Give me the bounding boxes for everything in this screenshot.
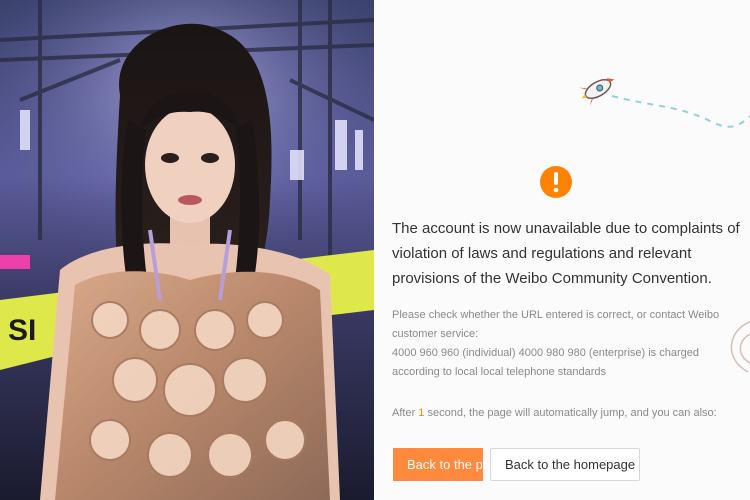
- unavailable-message: The account is now unavailable due to co…: [392, 220, 740, 287]
- profile-photo: SI: [0, 0, 374, 500]
- redirect-countdown: After 1 second, the page will automatica…: [392, 404, 732, 423]
- exclamation-circle-icon: [540, 166, 572, 198]
- redirect-text-after: second, the page will automatically jump…: [424, 407, 717, 419]
- back-to-previous-button[interactable]: Back to the p: [393, 448, 483, 481]
- svg-text:SI: SI: [8, 314, 36, 347]
- help-text: Please check whether the URL entered is …: [392, 306, 732, 382]
- back-to-homepage-button[interactable]: Back to the homepage: [490, 448, 640, 481]
- dashed-trail: [611, 95, 750, 128]
- redirect-text-before: After: [392, 407, 419, 419]
- screenshot-frame: SI The account is now unavailable due to…: [0, 0, 750, 500]
- help-contact-line: Please check whether the URL entered is …: [392, 309, 720, 340]
- account-unavailable-notice: The account is now unavailable due to co…: [374, 0, 750, 500]
- help-phone-line: 4000 960 960 (individual) 4000 980 980 (…: [392, 347, 699, 378]
